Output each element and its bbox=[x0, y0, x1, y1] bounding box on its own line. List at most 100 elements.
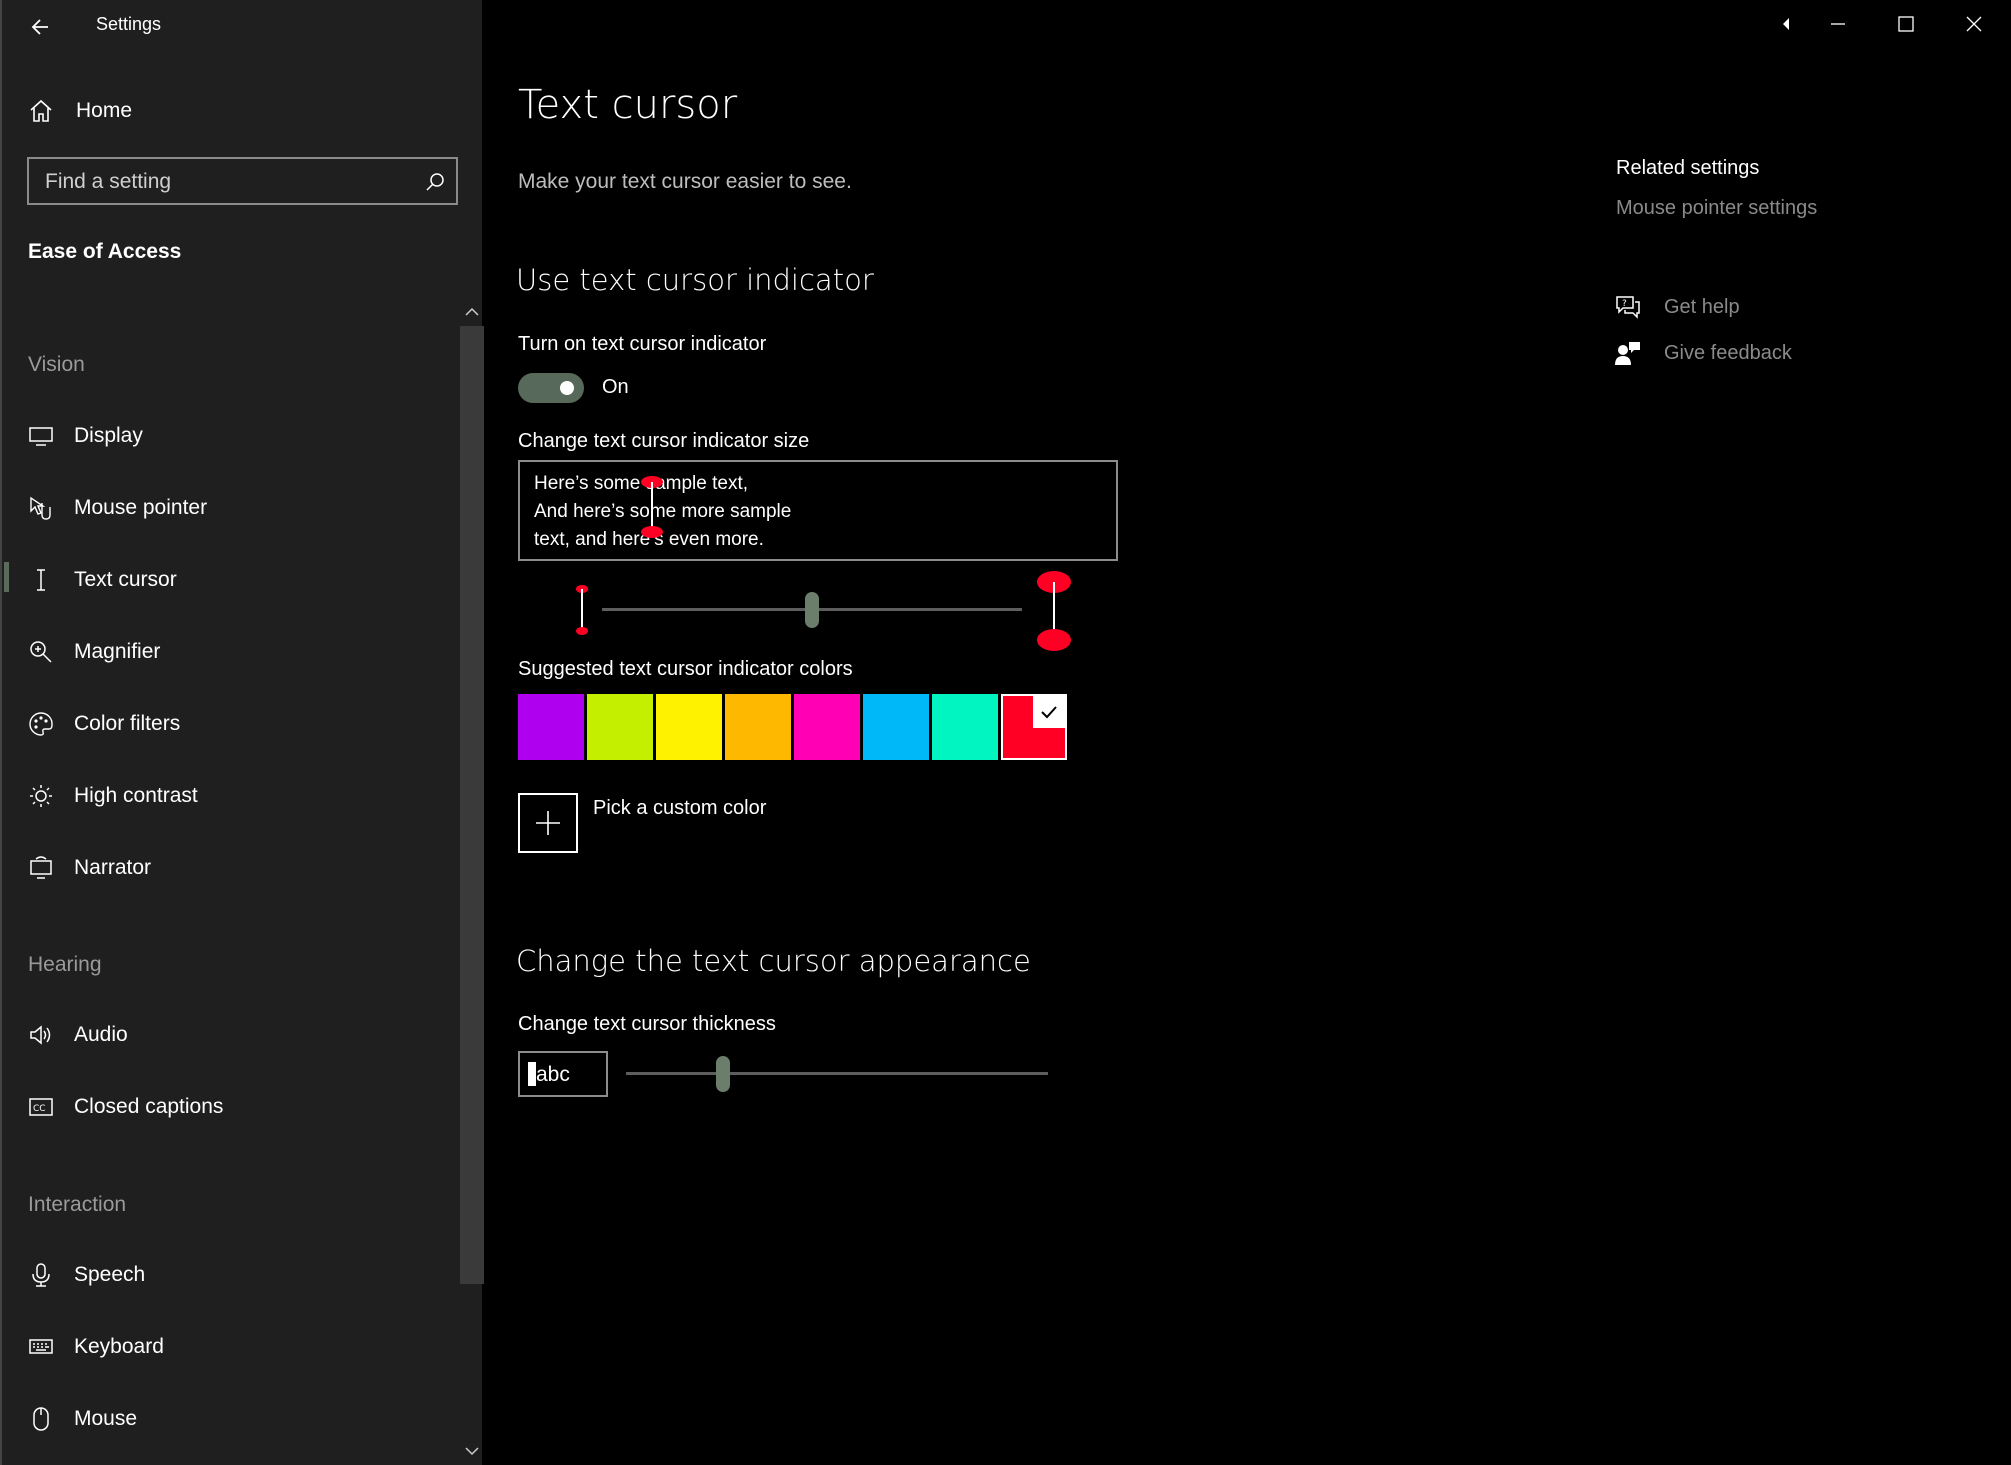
text-cursor-icon bbox=[28, 567, 54, 593]
give-feedback-link[interactable]: Give feedback bbox=[1614, 339, 1792, 367]
group-header-interaction: Interaction bbox=[28, 1193, 127, 1216]
plus-icon bbox=[536, 811, 560, 835]
sidebar-scrollbar[interactable] bbox=[460, 326, 484, 1284]
large-indicator-icon bbox=[1036, 570, 1072, 652]
sidebar-item-display[interactable]: Display bbox=[28, 416, 448, 456]
mouse-pointer-icon bbox=[28, 495, 54, 521]
maximize-icon bbox=[1898, 16, 1914, 32]
back-button[interactable] bbox=[26, 12, 56, 42]
sample-line: Here’s some sample text, bbox=[534, 473, 749, 494]
scroll-up-arrow-icon[interactable] bbox=[462, 305, 482, 319]
sidebar-item-label: Speech bbox=[74, 1263, 146, 1286]
sidebar-item-label: Display bbox=[74, 424, 143, 447]
scroll-down-arrow-icon[interactable] bbox=[462, 1444, 482, 1458]
close-icon bbox=[1966, 16, 1982, 32]
indicator-toggle[interactable] bbox=[518, 373, 584, 403]
get-help-link[interactable]: ? Get help bbox=[1614, 293, 1740, 321]
page-description: Make your text cursor easier to see. bbox=[518, 170, 852, 193]
indicator-section-heading: Use text cursor indicator bbox=[516, 263, 874, 297]
maximize-button[interactable] bbox=[1894, 12, 1918, 36]
search-input[interactable] bbox=[29, 159, 427, 205]
checkmark-icon bbox=[1033, 696, 1065, 728]
custom-color-button[interactable] bbox=[518, 793, 578, 853]
minimize-icon bbox=[1831, 23, 1845, 25]
mouse-pointer-settings-link[interactable]: Mouse pointer settings bbox=[1616, 197, 1817, 220]
close-button[interactable] bbox=[1962, 12, 1986, 36]
app-title: Settings bbox=[96, 14, 162, 34]
svg-text:?: ? bbox=[1622, 299, 1627, 309]
mouse-icon bbox=[28, 1406, 54, 1432]
toolbar-collapse-button[interactable] bbox=[1776, 12, 1796, 36]
color-swatch[interactable] bbox=[794, 694, 860, 760]
sidebar-item-label: Mouse pointer bbox=[74, 496, 208, 519]
sidebar-item-audio[interactable]: Audio bbox=[28, 1015, 448, 1055]
sidebar-item-label: Color filters bbox=[74, 712, 181, 735]
colors-label: Suggested text cursor indicator colors bbox=[518, 658, 853, 680]
sidebar-item-label: Magnifier bbox=[74, 640, 161, 663]
group-header-vision: Vision bbox=[28, 353, 85, 376]
size-label: Change text cursor indicator size bbox=[518, 430, 810, 452]
toggle-state-text: On bbox=[602, 376, 629, 398]
indicator-size-slider[interactable] bbox=[602, 590, 1022, 630]
color-swatch[interactable] bbox=[1001, 694, 1067, 760]
feedback-icon bbox=[1614, 339, 1642, 367]
keyboard-icon bbox=[28, 1334, 54, 1360]
color-swatch[interactable] bbox=[725, 694, 791, 760]
appearance-section-heading: Change the text cursor appearance bbox=[516, 944, 1031, 978]
monitor-icon bbox=[28, 423, 54, 449]
sidebar-item-high-contrast[interactable]: High contrast bbox=[28, 776, 448, 816]
give-feedback-label: Give feedback bbox=[1664, 341, 1792, 364]
home-label: Home bbox=[76, 99, 133, 122]
minimize-button[interactable] bbox=[1826, 12, 1850, 36]
microphone-icon bbox=[28, 1262, 54, 1288]
search-icon[interactable] bbox=[424, 171, 446, 193]
thickness-preview: abc bbox=[518, 1051, 608, 1097]
slider-thumb[interactable] bbox=[805, 592, 819, 628]
preview-text: abc bbox=[536, 1063, 570, 1086]
palette-icon bbox=[28, 711, 54, 737]
custom-color-label[interactable]: Pick a custom color bbox=[593, 797, 766, 820]
home-nav-item[interactable]: Home bbox=[28, 94, 132, 128]
magnifier-icon bbox=[28, 639, 54, 665]
color-swatch[interactable] bbox=[932, 694, 998, 760]
sidebar-item-magnifier[interactable]: Magnifier bbox=[28, 632, 448, 672]
sidebar-item-speech[interactable]: Speech bbox=[28, 1255, 448, 1295]
help-chat-icon: ? bbox=[1614, 293, 1642, 321]
thickness-slider[interactable] bbox=[626, 1054, 1048, 1094]
thickness-label: Change text cursor thickness bbox=[518, 1013, 776, 1035]
selection-indicator bbox=[4, 562, 9, 592]
color-swatch[interactable] bbox=[863, 694, 929, 760]
back-arrow-icon bbox=[31, 19, 48, 35]
section-title: Ease of Access bbox=[28, 240, 182, 263]
related-settings-title: Related settings bbox=[1616, 157, 1760, 179]
color-swatch[interactable] bbox=[656, 694, 722, 760]
sidebar-item-color-filters[interactable]: Color filters bbox=[28, 704, 448, 744]
color-swatch[interactable] bbox=[587, 694, 653, 760]
color-swatch[interactable] bbox=[518, 694, 584, 760]
sidebar-item-text-cursor[interactable]: Text cursor bbox=[28, 560, 448, 600]
toggle-knob bbox=[560, 381, 574, 395]
get-help-label: Get help bbox=[1664, 295, 1740, 318]
slider-thumb[interactable] bbox=[716, 1056, 730, 1092]
small-indicator-icon bbox=[572, 584, 592, 636]
sample-line: And here’s some more sample bbox=[534, 501, 792, 522]
sidebar-item-label: Closed captions bbox=[74, 1095, 224, 1118]
captions-icon: CC bbox=[28, 1094, 54, 1120]
sidebar-item-narrator[interactable]: Narrator bbox=[28, 848, 448, 888]
sidebar-item-label: Mouse bbox=[74, 1407, 138, 1430]
triangle-left-icon bbox=[1783, 18, 1789, 30]
cursor-indicator-preview-icon bbox=[641, 476, 663, 538]
search-box[interactable] bbox=[27, 157, 458, 205]
sidebar-item-keyboard[interactable]: Keyboard bbox=[28, 1327, 448, 1367]
sun-icon bbox=[28, 783, 54, 809]
sidebar-item-label: Text cursor bbox=[74, 568, 177, 591]
svg-text:CC: CC bbox=[33, 1104, 46, 1114]
sidebar-item-closed-captions[interactable]: CC Closed captions bbox=[28, 1087, 448, 1127]
sidebar-item-mouse[interactable]: Mouse bbox=[28, 1399, 448, 1439]
sample-text-preview: Here’s some sample text, And here’s some… bbox=[518, 460, 1118, 561]
sidebar-item-label: Keyboard bbox=[74, 1335, 164, 1358]
home-icon bbox=[28, 98, 54, 124]
sidebar-item-mouse-pointer[interactable]: Mouse pointer bbox=[28, 488, 448, 528]
slider-track bbox=[626, 1072, 1048, 1075]
sidebar-item-label: High contrast bbox=[74, 784, 198, 807]
